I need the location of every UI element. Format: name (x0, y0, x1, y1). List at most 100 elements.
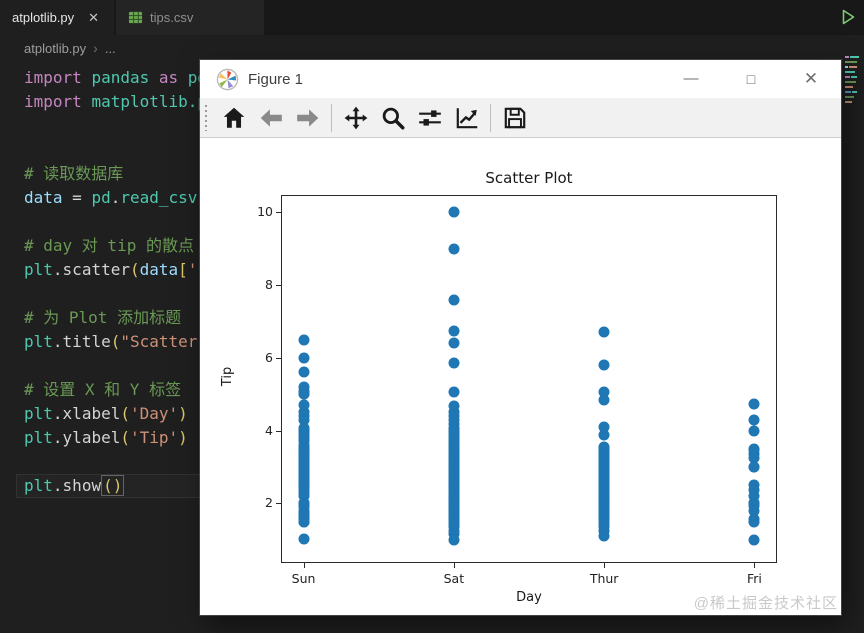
code-line[interactable]: plt.title("Scatter (24, 330, 197, 354)
y-tick-label: 6 (265, 349, 273, 365)
customize-button[interactable] (448, 102, 485, 134)
minimap-code-mark (845, 101, 852, 103)
x-tick-mark (754, 563, 756, 568)
code-line[interactable]: import pandas as pd (24, 66, 207, 90)
x-tick-mark (604, 563, 606, 568)
save-icon (504, 107, 525, 128)
pan-icon (344, 106, 367, 129)
scatter-point (448, 357, 460, 369)
forward-button[interactable] (289, 102, 326, 134)
matplotlib-logo-icon (216, 68, 239, 90)
close-button[interactable]: ✕ (788, 60, 834, 98)
code-line[interactable]: data = pd.read_csv (24, 186, 197, 210)
code-token: data (24, 188, 63, 207)
code-token: . (52, 332, 63, 351)
code-line[interactable]: plt.show() (24, 474, 125, 498)
zoom-button[interactable] (374, 102, 411, 134)
code-line[interactable]: # 为 Plot 添加标题 (24, 306, 181, 330)
code-token: xlabel (62, 404, 121, 423)
scatter-point (748, 414, 760, 426)
y-axis-label: Tip (220, 366, 236, 387)
toolbar-separator (490, 103, 491, 132)
code-token: # 为 Plot 添加标题 (24, 308, 182, 327)
maximize-button[interactable]: □ (728, 60, 774, 98)
code-token: pandas (91, 68, 150, 87)
x-tick-label: Thur (589, 571, 619, 586)
figure-titlebar[interactable]: Figure 1 — □ ✕ (200, 60, 841, 98)
code-token: . (52, 260, 63, 279)
axes-box (281, 195, 777, 563)
y-tick-label: 2 (265, 495, 273, 511)
code-token: title (62, 332, 111, 351)
code-line[interactable]: import matplotlib.p (24, 90, 207, 114)
code-token: ( (120, 404, 130, 423)
code-line[interactable]: plt.scatter(data[' (24, 258, 197, 282)
scatter-point (448, 294, 460, 306)
scatter-point (298, 366, 310, 378)
minimap-code-mark (845, 81, 856, 83)
code-token: import (24, 68, 92, 87)
code-line[interactable]: # 设置 X 和 Y 标签 (24, 378, 181, 402)
scatter-point (448, 206, 460, 218)
configure-subplots-button[interactable] (411, 102, 448, 134)
scatter-point (448, 325, 460, 337)
save-button[interactable] (496, 102, 533, 134)
code-token: scatter (62, 260, 130, 279)
minimap-code-mark (851, 76, 857, 78)
code-token: read_csv (120, 188, 198, 207)
code-token: ' (187, 260, 198, 279)
back-button[interactable] (252, 102, 289, 134)
back-arrow-icon (260, 108, 282, 127)
code-line[interactable]: # 读取数据库 (24, 162, 123, 186)
scatter-point (448, 337, 460, 349)
x-tick-label: Sun (291, 571, 316, 586)
watermark: @稀土掘金技术社区 (693, 595, 838, 612)
run-icon (842, 9, 854, 25)
y-tick-mark (276, 430, 281, 432)
scatter-point (598, 359, 610, 371)
magnifier-icon (382, 107, 404, 129)
code-line[interactable]: # day 对 tip 的散点 (24, 234, 194, 258)
y-tick-mark (276, 503, 281, 505)
figure-canvas: Scatter Plot 2 4 6 8 10 Sun Sat Thur Fri Day Tip… (200, 138, 841, 615)
code-token: plt (24, 404, 53, 423)
scatter-point (748, 398, 760, 410)
scatter-point (598, 530, 610, 542)
code-token: ylabel (62, 428, 121, 447)
run-button[interactable] (836, 5, 860, 29)
scatter-point (298, 352, 310, 364)
code-token: . (52, 476, 63, 495)
code-token: plt (24, 428, 53, 447)
code-line[interactable]: plt.xlabel('Day') (24, 402, 188, 426)
code-token: plt (24, 260, 53, 279)
code-token: # 读取数据库 (24, 164, 124, 183)
toolbar-grip[interactable] (203, 104, 211, 131)
y-tick-mark (276, 285, 281, 287)
home-button[interactable] (215, 102, 252, 134)
toolbar-separator (331, 103, 332, 132)
code-token: data (139, 260, 179, 279)
minimap[interactable] (845, 56, 864, 112)
code-token: . (110, 188, 121, 207)
scatter-point (448, 386, 460, 398)
minimap-code-mark (845, 71, 855, 73)
scatter-point (298, 388, 310, 400)
pan-button[interactable] (337, 102, 374, 134)
minimap-code-mark (845, 96, 854, 98)
y-tick-label: 4 (265, 422, 273, 438)
code-line[interactable]: plt.ylabel('Tip') (24, 426, 188, 450)
x-tick-mark (453, 563, 455, 568)
code-token: [ (178, 260, 188, 279)
code-token: plt (24, 332, 53, 351)
home-icon (223, 107, 244, 128)
minimap-code-mark (845, 66, 848, 68)
code-token: ( (110, 332, 121, 351)
line-chart-icon (456, 107, 477, 128)
code-token: plt (24, 476, 53, 495)
y-tick-mark (276, 357, 281, 359)
figure-window: Figure 1 — □ ✕ Scatter Plot 2 4 6 8 10 S… (200, 60, 841, 615)
x-tick-mark (303, 563, 305, 568)
scatter-point (298, 533, 310, 545)
minimize-button[interactable]: — (668, 60, 714, 98)
